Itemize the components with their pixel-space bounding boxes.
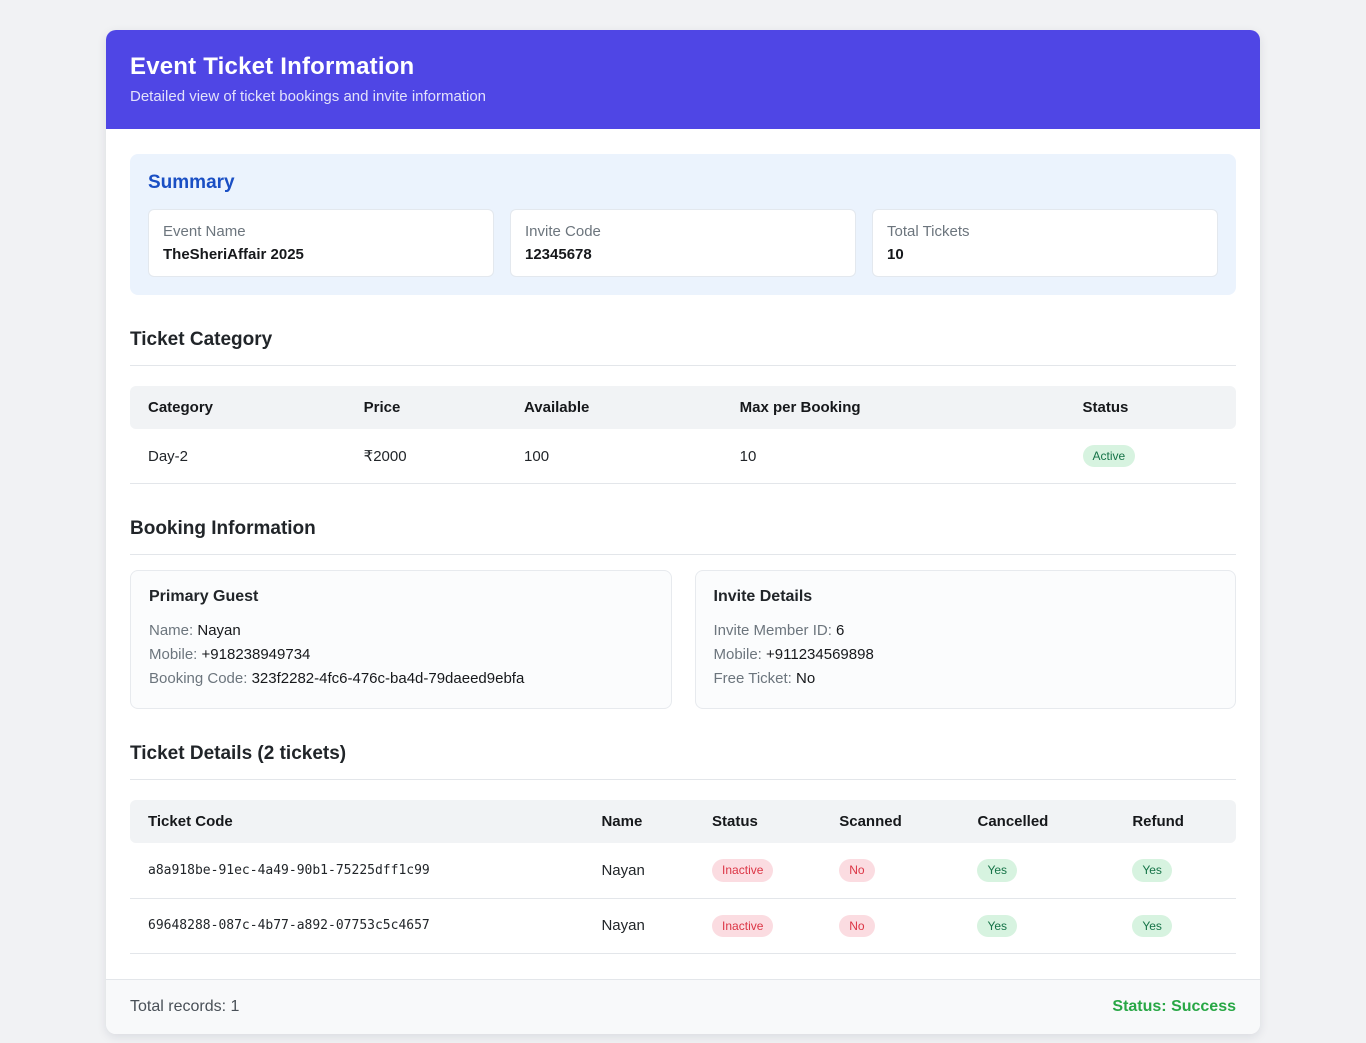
cell-scanned: No <box>821 843 959 898</box>
cell-price: ₹2000 <box>346 429 506 484</box>
status-success: Status: Success <box>1112 998 1236 1016</box>
column-header-category: Category <box>130 386 346 429</box>
column-header-cancelled: Cancelled <box>959 800 1114 843</box>
field-value: 323f2282-4fc6-476c-ba4d-79daeed9ebfa <box>252 670 525 687</box>
table-row: a8a918be-91ec-4a49-90b1-75225dff1c99 Nay… <box>130 843 1236 898</box>
field-label: Booking Code: <box>149 670 247 687</box>
cell-status: Inactive <box>694 898 821 953</box>
invite-details-title: Invite Details <box>714 588 1218 606</box>
cancelled-badge: Yes <box>977 915 1017 937</box>
cell-available: 100 <box>506 429 722 484</box>
scanned-badge: No <box>839 915 874 937</box>
column-header-refund: Refund <box>1114 800 1236 843</box>
field-label: Name: <box>149 622 193 639</box>
summary-card-value: 12345678 <box>525 246 841 263</box>
field-label: Mobile: <box>149 646 197 663</box>
page-subtitle: Detailed view of ticket bookings and inv… <box>130 88 1236 105</box>
cell-scanned: No <box>821 898 959 953</box>
field-booking-code: Booking Code: 323f2282-4fc6-476c-ba4d-79… <box>149 667 653 691</box>
booking-information-heading: Booking Information <box>130 518 1236 555</box>
primary-guest-title: Primary Guest <box>149 588 653 606</box>
summary-section: Summary Event Name TheSheriAffair 2025 I… <box>130 154 1236 295</box>
main-panel: Event Ticket Information Detailed view o… <box>106 30 1260 1034</box>
cell-name: Nayan <box>583 898 694 953</box>
column-header-status: Status <box>694 800 821 843</box>
field-label: Mobile: <box>714 646 762 663</box>
column-header-scanned: Scanned <box>821 800 959 843</box>
field-invite-member-id: Invite Member ID: 6 <box>714 619 1218 643</box>
total-records: Total records: 1 <box>130 998 239 1016</box>
column-header-available: Available <box>506 386 722 429</box>
summary-card-value: TheSheriAffair 2025 <box>163 246 479 263</box>
field-value: 6 <box>836 622 844 639</box>
field-mobile: Mobile: +918238949734 <box>149 643 653 667</box>
status-badge: Inactive <box>712 915 773 937</box>
summary-card-event-name: Event Name TheSheriAffair 2025 <box>148 209 494 277</box>
field-value: No <box>796 670 815 687</box>
ticket-category-heading: Ticket Category <box>130 329 1236 366</box>
summary-card-invite-code: Invite Code 12345678 <box>510 209 856 277</box>
field-label: Invite Member ID: <box>714 622 832 639</box>
field-free-ticket: Free Ticket: No <box>714 667 1218 691</box>
panel-header: Event Ticket Information Detailed view o… <box>106 30 1260 129</box>
field-value: Nayan <box>197 622 240 639</box>
table-row: Day-2 ₹2000 100 10 Active <box>130 429 1236 484</box>
cell-refund: Yes <box>1114 843 1236 898</box>
column-header-price: Price <box>346 386 506 429</box>
cell-cancelled: Yes <box>959 843 1114 898</box>
field-value: +918238949734 <box>202 646 311 663</box>
ticket-category-table: Category Price Available Max per Booking… <box>130 386 1236 484</box>
status-badge: Active <box>1083 445 1136 467</box>
booking-cards: Primary Guest Name: Nayan Mobile: +91823… <box>130 570 1236 709</box>
status-badge: Inactive <box>712 859 773 881</box>
field-value: +911234569898 <box>766 646 874 663</box>
summary-card-label: Event Name <box>163 223 479 240</box>
scanned-badge: No <box>839 859 874 881</box>
ticket-details-table: Ticket Code Name Status Scanned Cancelle… <box>130 800 1236 954</box>
panel-footer: Total records: 1 Status: Success <box>106 979 1260 1034</box>
invite-details-card: Invite Details Invite Member ID: 6 Mobil… <box>695 570 1237 709</box>
summary-card-value: 10 <box>887 246 1203 263</box>
panel-body: Summary Event Name TheSheriAffair 2025 I… <box>106 129 1260 954</box>
primary-guest-card: Primary Guest Name: Nayan Mobile: +91823… <box>130 570 672 709</box>
cell-ticket-code: 69648288-087c-4b77-a892-07753c5c4657 <box>130 898 583 953</box>
cell-name: Nayan <box>583 843 694 898</box>
summary-card-label: Total Tickets <box>887 223 1203 240</box>
summary-heading: Summary <box>148 172 1218 194</box>
summary-card-total-tickets: Total Tickets 10 <box>872 209 1218 277</box>
refund-badge: Yes <box>1132 859 1172 881</box>
cell-ticket-code: a8a918be-91ec-4a49-90b1-75225dff1c99 <box>130 843 583 898</box>
cell-status: Active <box>1065 429 1236 484</box>
field-mobile: Mobile: +911234569898 <box>714 643 1218 667</box>
ticket-details-heading: Ticket Details (2 tickets) <box>130 743 1236 780</box>
column-header-name: Name <box>583 800 694 843</box>
summary-cards: Event Name TheSheriAffair 2025 Invite Co… <box>148 209 1218 277</box>
field-name: Name: Nayan <box>149 619 653 643</box>
table-row: 69648288-087c-4b77-a892-07753c5c4657 Nay… <box>130 898 1236 953</box>
page-title: Event Ticket Information <box>130 53 1236 81</box>
table-header-row: Category Price Available Max per Booking… <box>130 386 1236 429</box>
cell-refund: Yes <box>1114 898 1236 953</box>
column-header-ticket-code: Ticket Code <box>130 800 583 843</box>
cancelled-badge: Yes <box>977 859 1017 881</box>
cell-status: Inactive <box>694 843 821 898</box>
cell-cancelled: Yes <box>959 898 1114 953</box>
cell-category: Day-2 <box>130 429 346 484</box>
column-header-status: Status <box>1065 386 1236 429</box>
summary-card-label: Invite Code <box>525 223 841 240</box>
refund-badge: Yes <box>1132 915 1172 937</box>
cell-max-per-booking: 10 <box>722 429 1065 484</box>
table-header-row: Ticket Code Name Status Scanned Cancelle… <box>130 800 1236 843</box>
column-header-max-per-booking: Max per Booking <box>722 386 1065 429</box>
field-label: Free Ticket: <box>714 670 792 687</box>
